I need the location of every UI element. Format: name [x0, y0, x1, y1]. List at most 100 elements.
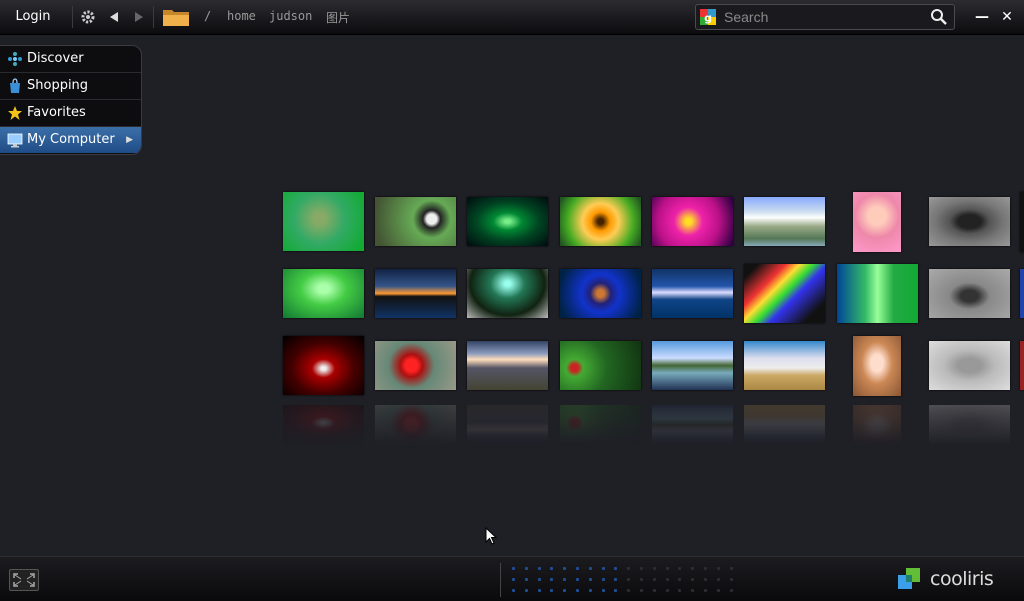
- page-dot[interactable]: [576, 589, 579, 592]
- page-dot[interactable]: [512, 567, 515, 570]
- page-dot[interactable]: [524, 589, 528, 592]
- photo-thumbnail[interactable]: [744, 341, 825, 390]
- page-dot[interactable]: [652, 567, 656, 570]
- page-dot[interactable]: [563, 589, 567, 592]
- page-dot[interactable]: [537, 589, 541, 592]
- page-dot[interactable]: [614, 589, 618, 592]
- photo-thumbnail[interactable]: [1020, 192, 1024, 252]
- page-dot[interactable]: [563, 578, 567, 581]
- page-dot[interactable]: [716, 567, 720, 570]
- sidebar-item-shopping[interactable]: Shopping: [0, 73, 141, 100]
- photo-thumbnail[interactable]: [929, 341, 1010, 390]
- page-dot[interactable]: [512, 589, 515, 592]
- photo-thumbnail[interactable]: [283, 269, 364, 318]
- page-dot[interactable]: [627, 567, 631, 570]
- page-dot[interactable]: [678, 567, 682, 570]
- close-button[interactable]: ✕: [998, 8, 1016, 26]
- gear-icon[interactable]: [78, 6, 98, 28]
- photo-thumbnail[interactable]: [560, 341, 641, 390]
- sidebar-item-discover[interactable]: Discover: [0, 46, 141, 73]
- page-dot[interactable]: [524, 567, 528, 570]
- photo-thumbnail[interactable]: [375, 269, 456, 318]
- page-dot[interactable]: [512, 578, 515, 581]
- photo-thumbnail[interactable]: [652, 197, 733, 246]
- page-dot[interactable]: [550, 567, 554, 570]
- page-dot[interactable]: [627, 589, 631, 592]
- page-dot[interactable]: [563, 567, 567, 570]
- page-dot[interactable]: [691, 589, 695, 592]
- forward-arrow-icon[interactable]: [129, 6, 149, 28]
- photo-thumbnail[interactable]: [560, 269, 641, 318]
- page-dot[interactable]: [678, 589, 682, 592]
- breadcrumb-judson[interactable]: judson: [269, 9, 312, 23]
- page-dot[interactable]: [537, 578, 541, 581]
- page-dot[interactable]: [537, 567, 541, 570]
- page-dot[interactable]: [665, 567, 669, 570]
- page-dot[interactable]: [524, 578, 528, 581]
- page-dot[interactable]: [716, 589, 720, 592]
- cooliris-logo-icon: [898, 568, 920, 589]
- page-dot[interactable]: [704, 567, 707, 570]
- page-dot[interactable]: [652, 578, 656, 581]
- photo-thumbnail[interactable]: [375, 341, 456, 390]
- back-arrow-icon[interactable]: [104, 6, 124, 28]
- photo-thumbnail[interactable]: [744, 264, 825, 323]
- page-dot[interactable]: [601, 578, 605, 581]
- page-dot[interactable]: [729, 589, 733, 592]
- page-dot[interactable]: [729, 578, 733, 581]
- photo-thumbnail[interactable]: [467, 269, 548, 318]
- photo-thumbnail[interactable]: [283, 336, 364, 395]
- photo-thumbnail[interactable]: [467, 197, 548, 246]
- photo-thumbnail[interactable]: [1020, 269, 1024, 318]
- page-dot[interactable]: [665, 589, 669, 592]
- page-dot[interactable]: [627, 578, 631, 581]
- page-dot[interactable]: [640, 567, 643, 570]
- sidebar-item-favorites[interactable]: Favorites: [0, 100, 141, 127]
- photo-thumbnail[interactable]: [467, 341, 548, 390]
- sidebar-item-my-computer[interactable]: My Computer ▶: [0, 127, 141, 153]
- page-dot[interactable]: [588, 589, 592, 592]
- photo-thumbnail[interactable]: [283, 192, 364, 251]
- page-dot[interactable]: [716, 578, 720, 581]
- fullscreen-button[interactable]: [9, 569, 39, 591]
- page-dot[interactable]: [640, 578, 643, 581]
- page-dot[interactable]: [576, 578, 579, 581]
- page-dot[interactable]: [588, 578, 592, 581]
- folder-icon[interactable]: [162, 7, 190, 27]
- photo-thumbnail[interactable]: [837, 264, 918, 323]
- photo-thumbnail[interactable]: [853, 336, 901, 396]
- google-icon: g: [700, 9, 716, 25]
- page-dot[interactable]: [576, 567, 579, 570]
- page-dot[interactable]: [614, 578, 618, 581]
- photo-thumbnail[interactable]: [929, 269, 1010, 318]
- page-dot[interactable]: [652, 589, 656, 592]
- photo-thumbnail[interactable]: [929, 197, 1010, 246]
- search-input[interactable]: [722, 7, 926, 27]
- page-dot[interactable]: [665, 578, 669, 581]
- page-dot[interactable]: [678, 578, 682, 581]
- photo-thumbnail[interactable]: [652, 341, 733, 390]
- page-dot[interactable]: [550, 589, 554, 592]
- page-dot[interactable]: [729, 567, 733, 570]
- login-button[interactable]: Login: [8, 4, 58, 30]
- breadcrumb-pictures[interactable]: 图片: [326, 9, 350, 26]
- breadcrumb-home[interactable]: home: [227, 9, 256, 23]
- page-dot[interactable]: [614, 567, 618, 570]
- page-dot[interactable]: [691, 578, 695, 581]
- photo-thumbnail[interactable]: [560, 197, 641, 246]
- search-icon[interactable]: [930, 8, 948, 26]
- page-dot[interactable]: [691, 567, 695, 570]
- photo-thumbnail[interactable]: [375, 197, 456, 246]
- page-dot[interactable]: [601, 567, 605, 570]
- minimize-button[interactable]: —: [973, 8, 991, 26]
- photo-thumbnail[interactable]: [853, 192, 901, 252]
- photo-thumbnail[interactable]: [744, 197, 825, 246]
- page-dot[interactable]: [704, 578, 707, 581]
- page-dot[interactable]: [601, 589, 605, 592]
- page-dot[interactable]: [704, 589, 707, 592]
- photo-thumbnail[interactable]: [652, 269, 733, 318]
- photo-thumbnail[interactable]: [1020, 341, 1024, 390]
- page-dot[interactable]: [588, 567, 592, 570]
- page-dot[interactable]: [640, 589, 643, 592]
- page-dot[interactable]: [550, 578, 554, 581]
